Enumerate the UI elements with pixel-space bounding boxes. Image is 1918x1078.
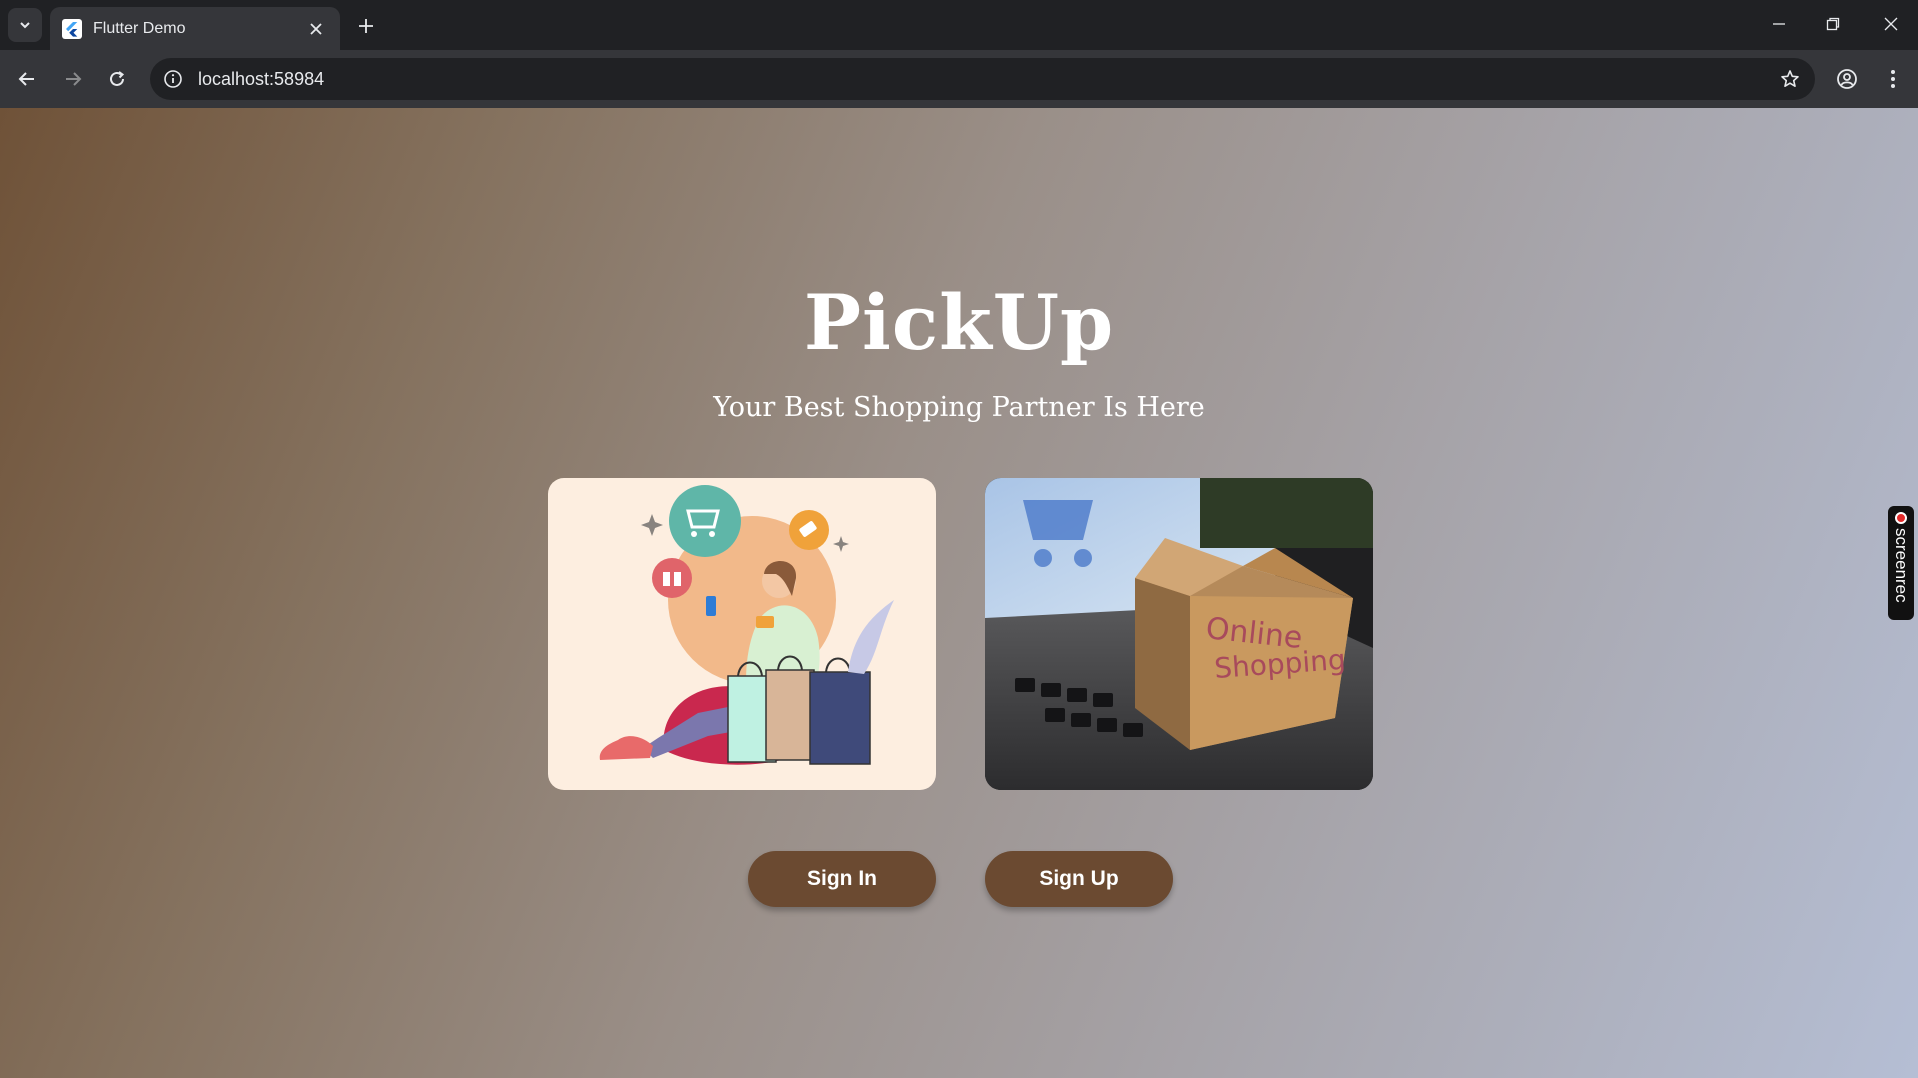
arrow-right-icon	[66, 72, 82, 86]
minimize-button[interactable]	[1756, 6, 1802, 42]
reload-button[interactable]	[100, 62, 134, 96]
minimize-icon	[1773, 23, 1785, 25]
browser-toolbar: localhost:58984	[0, 50, 1918, 108]
app-title: PickUp	[803, 278, 1115, 367]
sign-in-button[interactable]: Sign In	[748, 851, 936, 907]
bookmark-star-icon[interactable]	[1773, 62, 1807, 96]
page-viewport: PickUp Your Best Shopping Partner Is Her…	[0, 108, 1918, 1078]
profile-icon	[1837, 69, 1857, 89]
url-text[interactable]: localhost:58984	[198, 69, 1773, 90]
back-button[interactable]	[10, 62, 44, 96]
close-window-button[interactable]	[1868, 6, 1914, 42]
forward-button[interactable]	[56, 62, 90, 96]
online-shopping-photo-card: Online Shopping	[985, 478, 1373, 790]
chevron-down-icon	[20, 22, 30, 29]
tab-close-button[interactable]	[304, 17, 328, 41]
plus-icon	[359, 19, 373, 33]
restore-icon	[1826, 17, 1840, 31]
site-info-icon[interactable]	[162, 68, 184, 90]
new-tab-button[interactable]	[352, 12, 380, 40]
browser-tab[interactable]: Flutter Demo	[50, 7, 340, 50]
screenrec-tab[interactable]: screenrec	[1888, 506, 1914, 620]
close-icon	[310, 22, 322, 35]
menu-button[interactable]	[1876, 62, 1910, 96]
record-dot-icon	[1895, 512, 1907, 524]
address-bar[interactable]: localhost:58984	[150, 58, 1815, 100]
tab-title: Flutter Demo	[93, 19, 186, 37]
profile-button[interactable]	[1830, 62, 1864, 96]
app-subtitle: Your Best Shopping Partner Is Here	[713, 392, 1205, 423]
more-vert-icon	[1891, 70, 1895, 88]
sign-up-button[interactable]: Sign Up	[985, 851, 1173, 907]
tab-search-button[interactable]	[8, 8, 42, 42]
close-window-icon	[1884, 17, 1898, 31]
reload-icon	[110, 71, 125, 86]
restore-button[interactable]	[1810, 6, 1856, 42]
shopping-illustration-card	[548, 478, 936, 790]
tab-strip: Flutter Demo	[0, 0, 1918, 50]
arrow-left-icon	[18, 72, 34, 86]
shopping-woman-illustration	[599, 485, 894, 765]
online-shopping-box-photo: Online Shopping	[985, 478, 1373, 790]
flutter-favicon-icon	[62, 18, 82, 39]
screenrec-label: screenrec	[1892, 528, 1911, 603]
